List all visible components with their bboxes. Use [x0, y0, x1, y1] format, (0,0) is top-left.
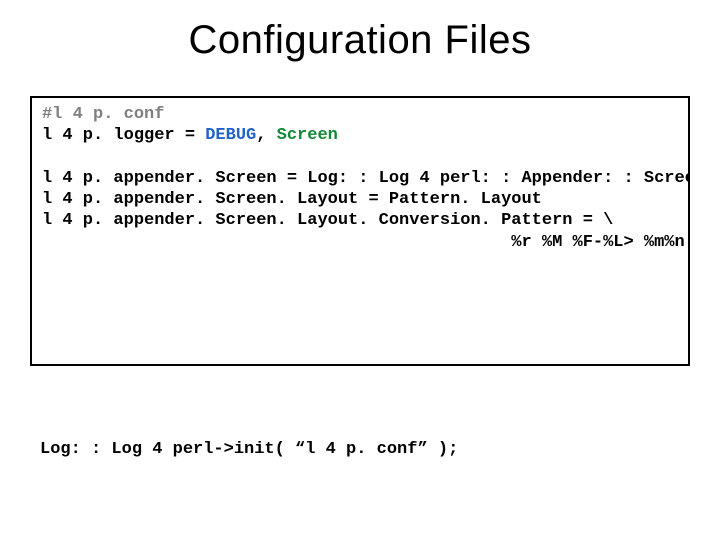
code-token-screen: Screen	[277, 126, 338, 145]
config-code-block: #l 4 p. conf l 4 p. logger = DEBUG, Scre…	[30, 96, 690, 366]
slide-title: Configuration Files	[0, 18, 720, 63]
code-comment: #l 4 p. conf	[42, 105, 164, 124]
code-line-appender-3: l 4 p. appender. Screen. Layout. Convers…	[42, 211, 613, 230]
code-line-logger-pre: l 4 p. logger =	[42, 126, 205, 145]
slide: Configuration Files #l 4 p. conf l 4 p. …	[0, 0, 720, 540]
code-line-appender-1: l 4 p. appender. Screen = Log: : Log 4 p…	[42, 169, 690, 188]
code-token-debug: DEBUG	[205, 126, 256, 145]
code-token-comma: ,	[256, 126, 276, 145]
code-line-appender-2: l 4 p. appender. Screen. Layout = Patter…	[42, 190, 542, 209]
code-line-pattern: %r %M %F-%L> %m%n	[42, 233, 685, 252]
init-call-line: Log: : Log 4 perl->init( “l 4 p. conf” )…	[40, 440, 458, 459]
